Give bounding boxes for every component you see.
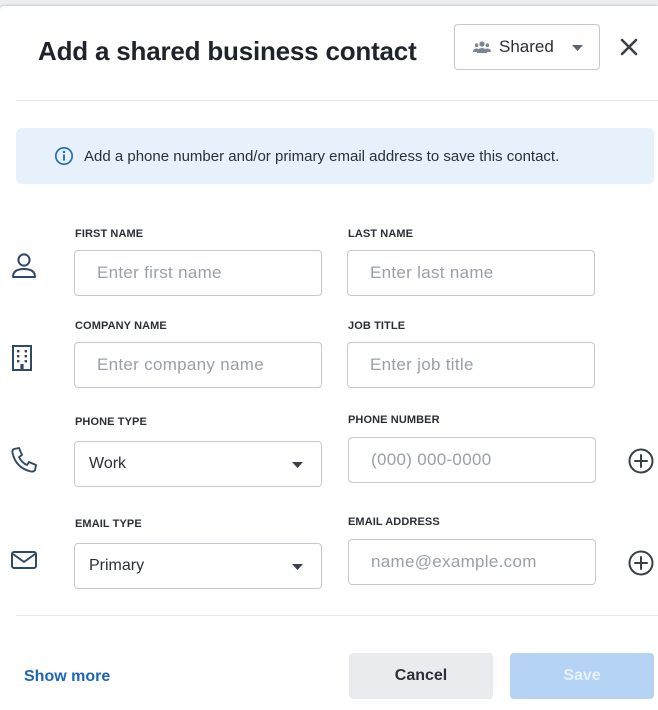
add-phone-icon[interactable] — [626, 446, 656, 476]
dialog-title: Add a shared business contact — [38, 36, 417, 66]
first-name-field[interactable] — [74, 250, 322, 296]
save-button[interactable]: Save — [510, 653, 654, 699]
show-more-link[interactable]: Show more — [24, 668, 110, 686]
email-type-value: Primary — [89, 557, 145, 574]
add-email-icon[interactable] — [626, 548, 656, 578]
visibility-dropdown[interactable]: Shared — [454, 24, 600, 70]
person-icon — [12, 253, 36, 278]
building-icon — [12, 345, 32, 371]
company-name-label: COMPANY NAME — [75, 320, 167, 332]
phone-type-select[interactable]: Work — [74, 441, 322, 487]
last-name-label: LAST NAME — [348, 228, 414, 240]
last-name-field[interactable] — [347, 250, 595, 296]
email-type-select[interactable]: Primary — [74, 543, 322, 589]
phone-number-label: PHONE NUMBER — [348, 414, 440, 426]
job-title-field[interactable] — [347, 342, 595, 388]
chevron-down-icon — [572, 45, 583, 51]
company-name-field[interactable] — [74, 342, 322, 388]
info-banner: Add a phone number and/or primary email … — [16, 128, 654, 184]
cancel-button[interactable]: Cancel — [349, 653, 493, 699]
envelope-icon — [11, 551, 37, 569]
email-address-field[interactable] — [348, 539, 596, 585]
footer-divider — [16, 615, 658, 616]
phone-type-value: Work — [89, 455, 127, 472]
header-divider — [16, 100, 658, 101]
email-address-label: EMAIL ADDRESS — [348, 516, 440, 528]
job-title-label: JOB TITLE — [348, 320, 406, 332]
info-banner-text: Add a phone number and/or primary email … — [84, 147, 560, 165]
people-icon — [473, 41, 491, 53]
chevron-down-icon — [292, 462, 303, 468]
email-type-label: EMAIL TYPE — [75, 518, 142, 530]
close-icon[interactable] — [616, 34, 642, 60]
visibility-value: Shared — [499, 37, 554, 56]
add-contact-dialog: Add a shared business contact Shared Add… — [0, 6, 658, 710]
first-name-label: FIRST NAME — [75, 228, 144, 240]
info-icon — [55, 147, 73, 165]
chevron-down-icon — [292, 564, 303, 570]
phone-number-field[interactable] — [348, 437, 596, 483]
phone-type-label: PHONE TYPE — [75, 416, 147, 428]
phone-icon — [11, 447, 37, 473]
